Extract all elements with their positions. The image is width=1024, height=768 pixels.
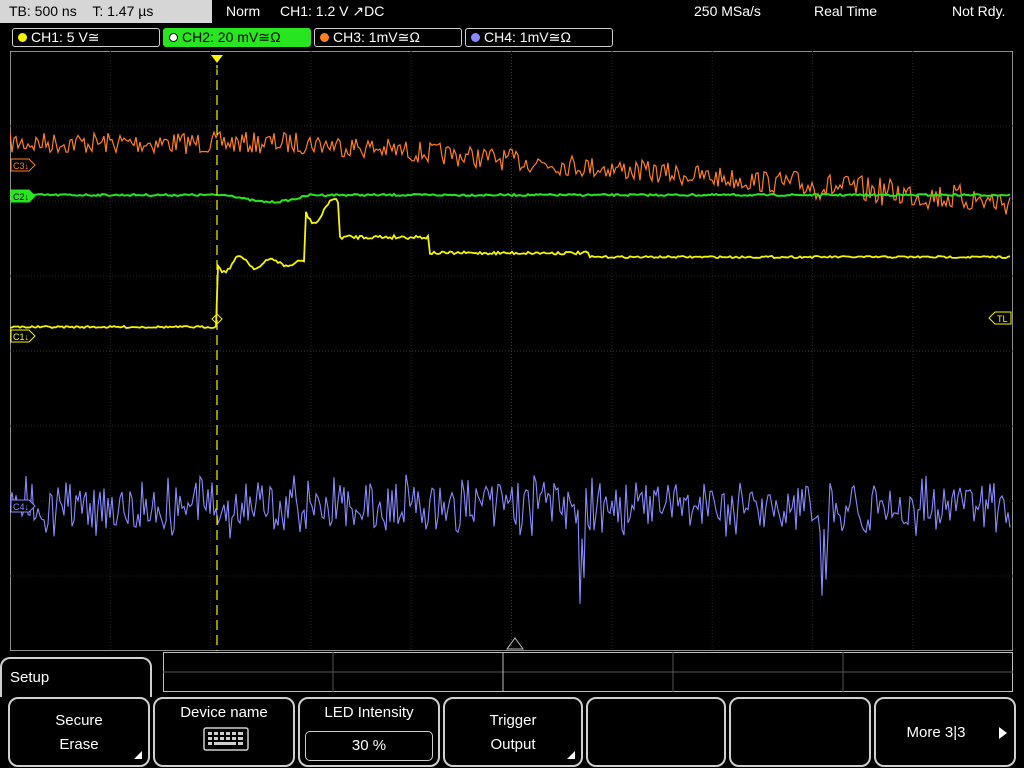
keyboard-icon <box>203 727 249 751</box>
trigger-output-button[interactable]: Trigger Output <box>443 697 583 767</box>
ch2-color-icon <box>169 33 178 42</box>
ch1-label: CH1: 5 V≅ <box>31 29 100 45</box>
trigger-time-value: T: 1.47 µs <box>92 3 154 19</box>
submenu-arrow-icon <box>567 751 575 759</box>
secure-erase-label-1: Secure <box>55 712 103 729</box>
softkey-5[interactable] <box>586 697 726 767</box>
ch3-color-icon <box>320 33 329 42</box>
trigger-output-label-1: Trigger <box>489 712 537 729</box>
ready-status: Not Rdy. <box>952 3 1006 19</box>
svg-text:C2↓: C2↓ <box>13 192 29 202</box>
status-bar: Norm CH1: 1.2 V ↗DC 250 MSa/s Real Time … <box>216 0 1024 23</box>
trigger-info[interactable]: CH1: 1.2 V ↗DC <box>280 0 384 23</box>
menu-title-tab: Setup <box>0 657 152 697</box>
acquisition-mode: Real Time <box>814 3 878 19</box>
ch2-label: CH2: 20 mV≅Ω <box>182 29 281 45</box>
led-intensity-label: LED Intensity <box>324 704 414 721</box>
ch1-marker[interactable]: C1↓ <box>10 329 36 343</box>
sample-rate: 250 MSa/s <box>694 3 761 19</box>
menu-title: Setup <box>10 669 50 686</box>
waveform-display[interactable]: T C3↓ C2↓ C1↓ C4↓ TL <box>10 51 1013 651</box>
svg-text:C1↓: C1↓ <box>13 332 29 342</box>
led-intensity-button[interactable]: LED Intensity 30 % <box>298 697 440 767</box>
svg-text:TL: TL <box>997 314 1008 324</box>
device-name-button[interactable]: Device name <box>153 697 295 767</box>
trigger-position-label: T <box>213 67 219 77</box>
led-intensity-value: 30 % <box>305 731 433 761</box>
channel-tab-ch1[interactable]: CH1: 5 V≅ <box>12 28 160 47</box>
svg-text:C3↓: C3↓ <box>13 161 29 171</box>
submenu-arrow-icon <box>134 751 142 759</box>
ch4-color-icon <box>471 33 480 42</box>
ch4-marker[interactable]: C4↓ <box>10 499 36 513</box>
info-area <box>163 652 1013 692</box>
next-page-arrow-icon <box>999 727 1007 739</box>
ch3-marker[interactable]: C3↓ <box>10 158 36 172</box>
secure-erase-button[interactable]: Secure Erase <box>8 697 150 767</box>
device-name-label: Device name <box>180 704 268 721</box>
more-button[interactable]: More 3|3 <box>874 697 1016 767</box>
ch2-marker[interactable]: C2↓ <box>10 189 36 203</box>
waveform-canvas: T C3↓ C2↓ C1↓ C4↓ TL <box>10 51 1013 651</box>
timebase-value: TB: 500 ns <box>9 3 77 19</box>
ch3-label: CH3: 1mV≅Ω <box>333 29 421 45</box>
timebase-panel[interactable]: TB: 500 ns T: 1.47 µs <box>0 0 212 23</box>
secure-erase-label-2: Erase <box>59 736 99 753</box>
more-label: More 3|3 <box>906 724 966 741</box>
ch4-label: CH4: 1mV≅Ω <box>484 29 572 45</box>
trigger-mode[interactable]: Norm <box>226 0 260 23</box>
trigger-output-label-2: Output <box>490 736 536 753</box>
ch1-color-icon <box>18 33 27 42</box>
softkey-6[interactable] <box>729 697 871 767</box>
svg-text:C4↓: C4↓ <box>13 502 29 512</box>
channel-tab-ch4[interactable]: CH4: 1mV≅Ω <box>465 28 613 47</box>
channel-tab-ch3[interactable]: CH3: 1mV≅Ω <box>314 28 462 47</box>
channel-tab-ch2[interactable]: CH2: 20 mV≅Ω <box>163 28 311 47</box>
